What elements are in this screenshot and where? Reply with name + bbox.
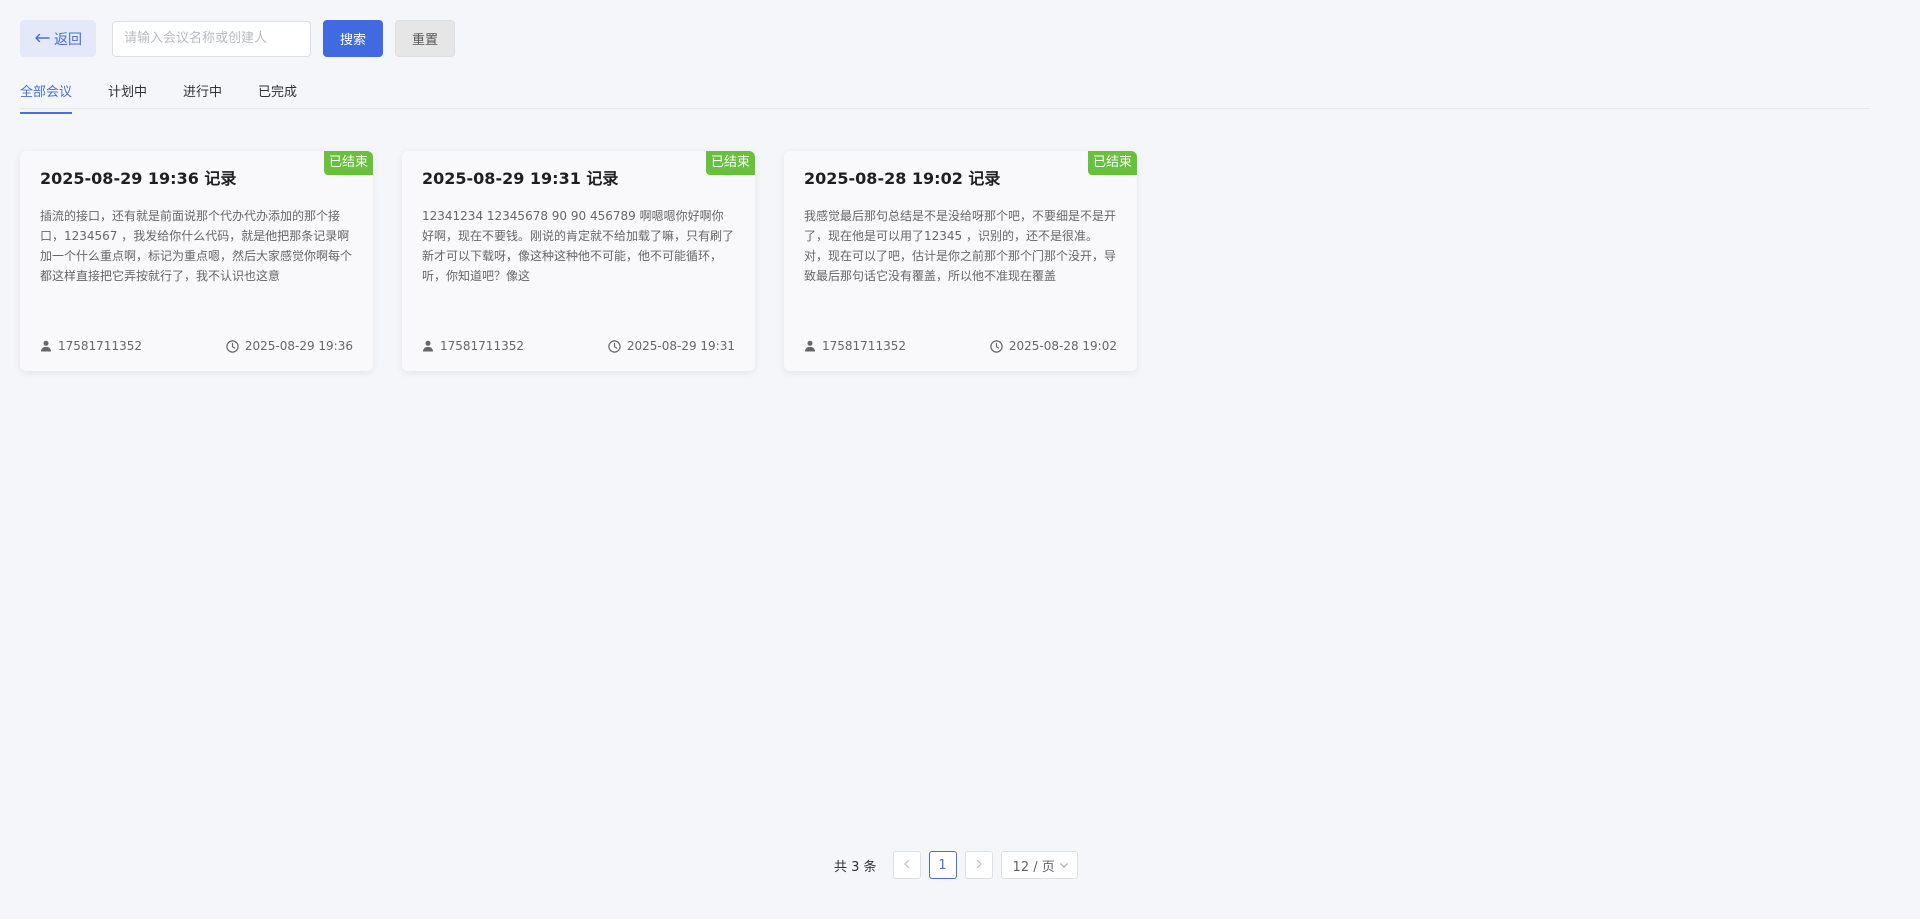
card-summary: 我感觉最后那句总结是不是没给呀那个吧，不要细是不是开了，现在他是可以用了1234… bbox=[804, 209, 1117, 283]
meeting-time: 2025-08-29 19:36 bbox=[244, 339, 353, 353]
tab-completed[interactable]: 已完成 bbox=[258, 85, 297, 109]
card-title: 2025-08-29 19:31 记录 bbox=[422, 169, 619, 188]
meeting-card[interactable]: 已结束 2025-08-28 19:02 记录 我感觉最后那句总结是不是没给呀那… bbox=[784, 151, 1137, 371]
page-size-label: 12 / 页 bbox=[1012, 859, 1055, 875]
card-time: 2025-08-29 19:31 bbox=[608, 339, 735, 353]
card-time: 2025-08-28 19:02 bbox=[990, 339, 1117, 353]
page-number-1[interactable]: 1 bbox=[928, 851, 957, 879]
meeting-card[interactable]: 已结束 2025-08-29 19:36 记录 插流的接口，还有就是前面说那个代… bbox=[20, 151, 373, 371]
card-time: 2025-08-29 19:36 bbox=[226, 339, 353, 353]
chevron-right-icon bbox=[975, 858, 983, 873]
card-title: 2025-08-29 19:36 记录 bbox=[40, 169, 237, 188]
pagination: 共 3 条 1 12 / 页 bbox=[834, 851, 1078, 879]
back-button[interactable]: 返回 bbox=[20, 20, 96, 57]
meeting-card-list: 已结束 2025-08-29 19:36 记录 插流的接口，还有就是前面说那个代… bbox=[20, 151, 1900, 371]
card-title: 2025-08-28 19:02 记录 bbox=[804, 169, 1001, 188]
meeting-time: 2025-08-28 19:02 bbox=[1008, 339, 1117, 353]
prev-page-button[interactable] bbox=[892, 851, 921, 879]
chevron-left-icon bbox=[903, 858, 911, 873]
user-icon bbox=[40, 340, 52, 352]
tab-planned[interactable]: 计划中 bbox=[108, 85, 147, 109]
creator-phone: 17581711352 bbox=[440, 339, 524, 353]
back-button-label: 返回 bbox=[54, 31, 82, 48]
tab-in-progress[interactable]: 进行中 bbox=[183, 85, 222, 109]
status-badge: 已结束 bbox=[323, 151, 373, 175]
chevron-down-icon bbox=[1059, 858, 1069, 873]
card-summary: 12341234 12345678 90 90 456789 啊嗯嗯你好啊你好啊… bbox=[422, 209, 735, 283]
card-creator: 17581711352 bbox=[422, 339, 524, 353]
status-badge: 已结束 bbox=[705, 151, 755, 175]
tab-all-meetings[interactable]: 全部会议 bbox=[20, 85, 73, 114]
search-button[interactable]: 搜索 bbox=[323, 20, 383, 57]
creator-phone: 17581711352 bbox=[822, 339, 906, 353]
arrow-left-icon bbox=[34, 31, 50, 47]
clock-icon bbox=[608, 339, 621, 353]
meeting-card[interactable]: 已结束 2025-08-29 19:31 记录 12341234 1234567… bbox=[402, 151, 755, 371]
card-creator: 17581711352 bbox=[804, 339, 906, 353]
clock-icon bbox=[990, 339, 1003, 353]
card-creator: 17581711352 bbox=[40, 339, 142, 353]
meeting-tabs: 全部会议 计划中 进行中 已完成 bbox=[20, 85, 1900, 124]
card-summary: 插流的接口，还有就是前面说那个代办代办添加的那个接口，1234567 ，我发给你… bbox=[40, 209, 353, 283]
toolbar: 返回 搜索 重置 bbox=[20, 20, 1900, 57]
user-icon bbox=[422, 340, 434, 352]
reset-button[interactable]: 重置 bbox=[395, 20, 455, 57]
status-badge: 已结束 bbox=[1087, 151, 1137, 175]
user-icon bbox=[804, 340, 816, 352]
page-size-select[interactable]: 12 / 页 bbox=[1000, 851, 1078, 879]
next-page-button[interactable] bbox=[964, 851, 993, 879]
page: 返回 搜索 重置 全部会议 计划中 进行中 已完成 已结束 2025-08-29… bbox=[0, 0, 1920, 919]
total-count: 共 3 条 bbox=[834, 859, 877, 875]
clock-icon bbox=[226, 339, 239, 353]
search-input[interactable] bbox=[112, 20, 311, 57]
card-footer: 17581711352 2025-08-28 19:02 bbox=[804, 339, 1117, 353]
card-footer: 17581711352 2025-08-29 19:31 bbox=[422, 339, 735, 353]
creator-phone: 17581711352 bbox=[58, 339, 142, 353]
card-footer: 17581711352 2025-08-29 19:36 bbox=[40, 339, 353, 353]
meeting-time: 2025-08-29 19:31 bbox=[626, 339, 735, 353]
